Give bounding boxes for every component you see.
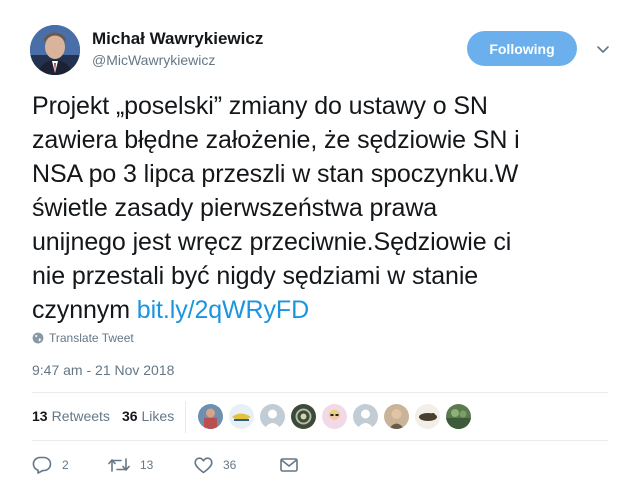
- tweet-link[interactable]: bit.ly/2qWRyFD: [137, 296, 309, 324]
- likers-avatars: [198, 404, 477, 429]
- liker-avatar[interactable]: [260, 404, 285, 429]
- tweet-card: Michał Wawrykiewicz @MicWawrykiewicz Fol…: [0, 0, 640, 497]
- stats-separator: [185, 401, 186, 433]
- author-handle[interactable]: @MicWawrykiewicz: [92, 52, 215, 68]
- likes-stat[interactable]: 36 Likes: [122, 408, 174, 424]
- liker-avatar[interactable]: [198, 404, 223, 429]
- retweet-count: 13: [140, 458, 154, 472]
- reply-count: 2: [62, 458, 69, 472]
- liker-avatar[interactable]: [415, 404, 440, 429]
- like-button[interactable]: 36: [194, 456, 280, 474]
- divider: [32, 392, 608, 393]
- like-count: 36: [223, 458, 237, 472]
- likes-label: Likes: [141, 408, 175, 424]
- tweet-line: czynnym bit.ly/2qWRyFD: [32, 293, 612, 327]
- mail-icon: [280, 458, 298, 472]
- translate-tweet[interactable]: Translate Tweet: [32, 331, 134, 345]
- tweet-line: nie przestali być nigdy sędziami w stani…: [32, 262, 479, 290]
- retweets-count: 13: [32, 408, 48, 424]
- tweet-text: Projekt „poselski” zmiany do ustawy o SN…: [32, 89, 612, 327]
- liker-avatar[interactable]: [291, 404, 316, 429]
- tweet-line-text: czynnym: [32, 296, 130, 324]
- likes-count: 36: [121, 408, 138, 424]
- retweets-stat[interactable]: 13 Retweets: [32, 408, 110, 424]
- author-name[interactable]: Michał Wawrykiewicz: [92, 29, 263, 49]
- liker-avatar[interactable]: [384, 404, 409, 429]
- reply-icon: [32, 456, 52, 474]
- heart-icon: [194, 456, 213, 473]
- direct-message-button[interactable]: [280, 458, 298, 472]
- liker-avatar[interactable]: [446, 404, 471, 429]
- tweet-actions: 2 13 36: [32, 456, 298, 474]
- globe-icon: [32, 332, 44, 344]
- tweet-line: zawiera błędne założenie, że sędziowie S…: [32, 126, 520, 154]
- chevron-down-icon[interactable]: [595, 41, 611, 57]
- divider: [32, 440, 608, 441]
- translate-label: Translate Tweet: [49, 331, 134, 345]
- tweet-line: unijnego jest wręcz przeciwnie.Sędziowie…: [32, 228, 512, 256]
- liker-avatar[interactable]: [353, 404, 378, 429]
- following-button[interactable]: Following: [467, 31, 577, 66]
- tweet-line: świetle zasady pierwszeństwa prawa: [32, 194, 438, 222]
- liker-avatar[interactable]: [322, 404, 347, 429]
- author-avatar[interactable]: [30, 25, 80, 75]
- tweet-stats: 13 Retweets 36 Likes: [32, 408, 186, 424]
- liker-avatar[interactable]: [229, 404, 254, 429]
- tweet-line: Projekt „poselski” zmiany do ustawy o SN: [32, 92, 488, 120]
- retweet-button[interactable]: 13: [108, 457, 194, 473]
- tweet-line: NSA po 3 lipca przeszli w stan spoczynku…: [32, 160, 519, 188]
- tweet-timestamp[interactable]: 9:47 am - 21 Nov 2018: [32, 362, 174, 378]
- retweet-icon: [108, 458, 130, 472]
- reply-button[interactable]: 2: [32, 456, 108, 474]
- retweets-label: Retweets: [51, 408, 110, 424]
